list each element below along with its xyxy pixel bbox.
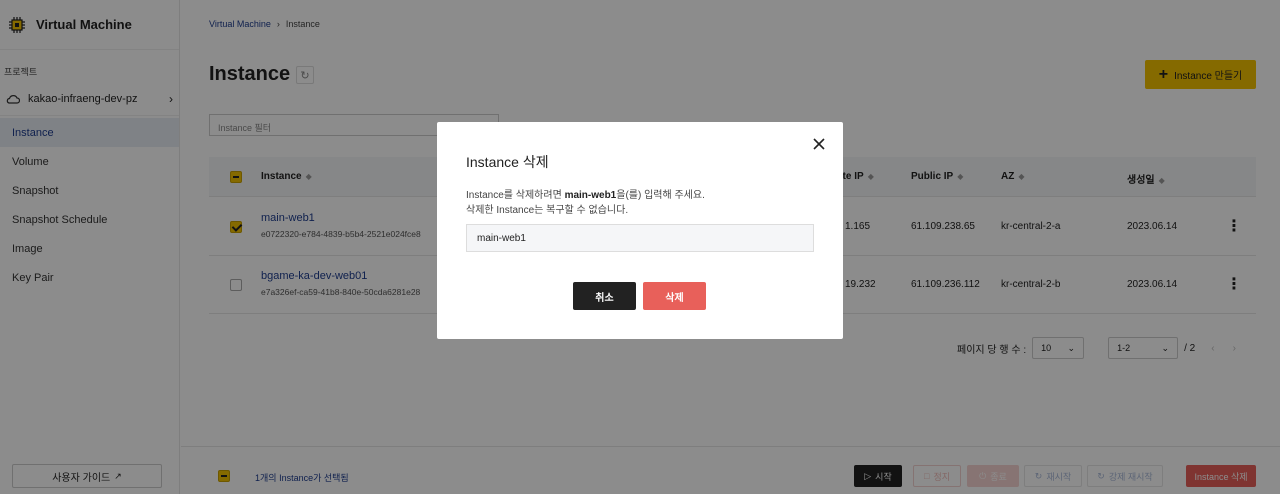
delete-instance-dialog: Instance 삭제 Instance를 삭제하려면 main-web1을(를… (437, 122, 843, 339)
close-icon[interactable] (811, 136, 827, 152)
dialog-title: Instance 삭제 (466, 154, 549, 170)
confirm-name-input[interactable] (466, 224, 814, 252)
cancel-button[interactable]: 취소 (573, 282, 636, 310)
desc-warning: 삭제한 Instance는 복구할 수 없습니다. (466, 205, 629, 216)
confirm-delete-button[interactable]: 삭제 (643, 282, 706, 310)
dialog-description: Instance를 삭제하려면 main-web1을(를) 입력해 주세요. 삭… (466, 188, 705, 218)
desc-suffix: 을(를) 입력해 주세요. (616, 190, 705, 201)
desc-prefix: Instance를 삭제하려면 (466, 190, 565, 201)
desc-target: main-web1 (564, 190, 617, 201)
